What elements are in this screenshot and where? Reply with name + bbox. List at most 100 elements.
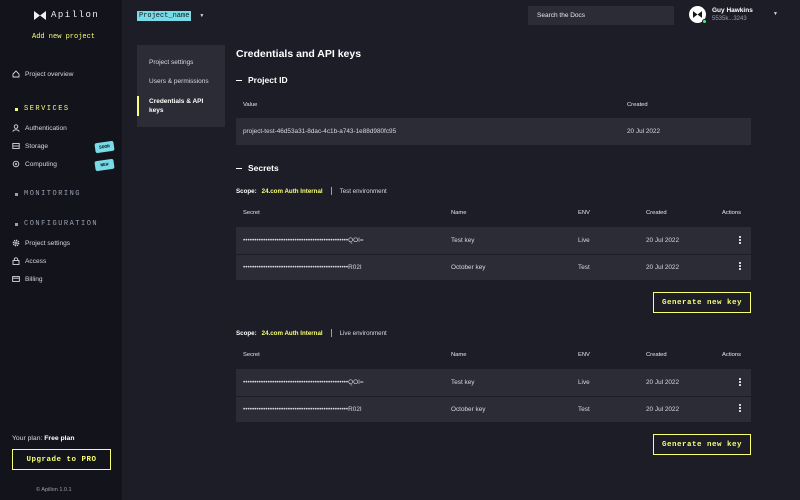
apillon-logo[interactable]: Apillon: [34, 10, 99, 20]
project-name: Project_name: [137, 11, 192, 21]
sidebar-item-project-settings[interactable]: Project settings: [12, 239, 70, 247]
sidebar-item-billing[interactable]: Billing: [12, 275, 43, 283]
chevron-down-icon: ▼: [773, 11, 778, 17]
section-heading: Secrets: [248, 163, 279, 173]
project-id-heading[interactable]: Project ID: [236, 75, 288, 85]
column-header-value: Value: [243, 102, 258, 108]
sidebar-item-access[interactable]: Access: [12, 257, 46, 265]
sidebar-item-authentication[interactable]: Authentication: [12, 124, 67, 132]
column-header-secret: Secret: [243, 210, 260, 216]
lock-icon: [12, 257, 20, 265]
column-header-actions: Actions: [722, 352, 742, 358]
table-row: ••••••••••••••••••••••••••••••••••••••••…: [236, 369, 751, 396]
sidebar-item-label: Billing: [25, 275, 43, 283]
user-name: Guy Hawkins: [712, 7, 753, 14]
add-new-project-link[interactable]: Add new project: [32, 33, 95, 41]
collapse-icon: [236, 167, 242, 169]
avatar: [689, 6, 707, 24]
column-header-env: ENV: [578, 210, 590, 216]
settings-nav-credentials[interactable]: Credentials & API keys: [149, 97, 219, 115]
plan-value: Free plan: [44, 435, 75, 442]
column-header-created: Created: [646, 352, 667, 358]
settings-nav-users-permissions[interactable]: Users & permissions: [149, 78, 209, 85]
section-title: CONFIGURATION: [24, 220, 99, 228]
key-env: Live: [578, 379, 590, 386]
more-actions-icon[interactable]: [738, 404, 742, 412]
section-dot: [15, 222, 18, 226]
sidebar-item-storage[interactable]: Storage: [12, 142, 48, 150]
key-created: 20 Jul 2022: [646, 264, 680, 271]
table-row: ••••••••••••••••••••••••••••••••••••••••…: [236, 396, 751, 422]
sidebar-item-project-overview[interactable]: Project overview: [12, 70, 73, 78]
secret-value[interactable]: ••••••••••••••••••••••••••••••••••••••••…: [243, 237, 364, 244]
section-dot: [15, 192, 18, 196]
computing-icon: [12, 160, 20, 168]
home-icon: [12, 70, 20, 78]
generate-new-key-button[interactable]: Generate new key: [653, 434, 751, 455]
secret-value[interactable]: ••••••••••••••••••••••••••••••••••••••••…: [243, 379, 364, 386]
key-name: October key: [451, 264, 486, 271]
column-header-actions: Actions: [722, 210, 742, 216]
sidebar-item-label: Project settings: [25, 239, 71, 247]
section-dot: [15, 107, 18, 111]
page-title: Credentials and API keys: [236, 48, 362, 60]
app-version: © Apillon 1.0.1: [36, 487, 72, 493]
more-actions-icon[interactable]: [738, 378, 742, 386]
scope-environment: Test environment: [339, 187, 387, 195]
collapse-icon: [236, 79, 242, 81]
secret-value[interactable]: ••••••••••••••••••••••••••••••••••••••••…: [243, 406, 362, 413]
table-row: ••••••••••••••••••••••••••••••••••••••••…: [236, 254, 751, 280]
key-created: 20 Jul 2022: [646, 237, 680, 244]
section-configuration[interactable]: CONFIGURATION: [15, 220, 98, 228]
storage-icon: [12, 143, 20, 149]
soon-badge: SOON: [94, 140, 115, 154]
scope-environment: Live environment: [339, 329, 387, 337]
scope-line: Scope: 24.com Auth Internal Live environ…: [236, 329, 387, 337]
plan-info: Your plan: Free plan: [12, 435, 74, 442]
gear-icon: [12, 239, 20, 247]
column-header-name: Name: [451, 352, 467, 358]
column-header-env: ENV: [578, 352, 590, 358]
project-selector[interactable]: Project_name ▼: [137, 11, 204, 21]
scope-line: Scope: 24.com Auth Internal Test environ…: [236, 187, 387, 195]
scope-divider: [330, 329, 332, 337]
sidebar-item-computing[interactable]: Computing: [12, 160, 57, 168]
new-badge: NEW: [94, 158, 115, 172]
user-menu[interactable]: Guy Hawkins 5535k...3243 ▼: [689, 6, 778, 24]
chevron-down-icon: ▼: [199, 13, 205, 19]
sidebar: Apillon Add new project Project overview…: [0, 0, 122, 500]
online-status-dot: [702, 19, 707, 24]
plan-label: Your plan:: [12, 435, 43, 442]
project-id-created: 20 Jul 2022: [627, 128, 661, 135]
apillon-logo-icon: [34, 10, 46, 20]
secret-value[interactable]: ••••••••••••••••••••••••••••••••••••••••…: [243, 264, 362, 271]
generate-new-key-button[interactable]: Generate new key: [653, 292, 751, 313]
avatar-logo-icon: [693, 11, 702, 18]
settings-nav-project-settings[interactable]: Project settings: [149, 59, 193, 66]
active-indicator: [137, 96, 139, 116]
upgrade-button[interactable]: Upgrade to PRO: [12, 449, 111, 470]
secrets-heading[interactable]: Secrets: [236, 163, 279, 173]
key-env: Test: [578, 264, 590, 271]
column-header-created: Created: [646, 210, 667, 216]
table-row: ••••••••••••••••••••••••••••••••••••••••…: [236, 227, 751, 254]
column-header-created: Created: [627, 102, 648, 108]
key-name: Test key: [451, 237, 475, 244]
search-input[interactable]: Search the Docs: [528, 6, 674, 25]
project-id-row: project-test-46d53a31-8dac-4c1b-a743-1e8…: [236, 118, 751, 145]
more-actions-icon[interactable]: [738, 262, 742, 270]
key-name: Test key: [451, 379, 475, 386]
more-actions-icon[interactable]: [738, 236, 742, 244]
scope-name: 24.com Auth Internal: [261, 329, 323, 337]
settings-nav: Project settings Users & permissions Cre…: [137, 45, 225, 127]
key-created: 20 Jul 2022: [646, 379, 680, 386]
section-title: MONITORING: [24, 190, 82, 198]
section-services[interactable]: SERVICES: [15, 105, 70, 113]
section-monitoring[interactable]: MONITORING: [15, 190, 81, 198]
user-address: 5535k...3243: [712, 16, 747, 22]
sidebar-item-label: Computing: [25, 160, 57, 168]
sidebar-item-label: Authentication: [25, 124, 67, 132]
scope-label: Scope:: [236, 187, 257, 195]
project-id-value[interactable]: project-test-46d53a31-8dac-4c1b-a743-1e8…: [243, 128, 396, 135]
section-title: SERVICES: [24, 105, 70, 113]
